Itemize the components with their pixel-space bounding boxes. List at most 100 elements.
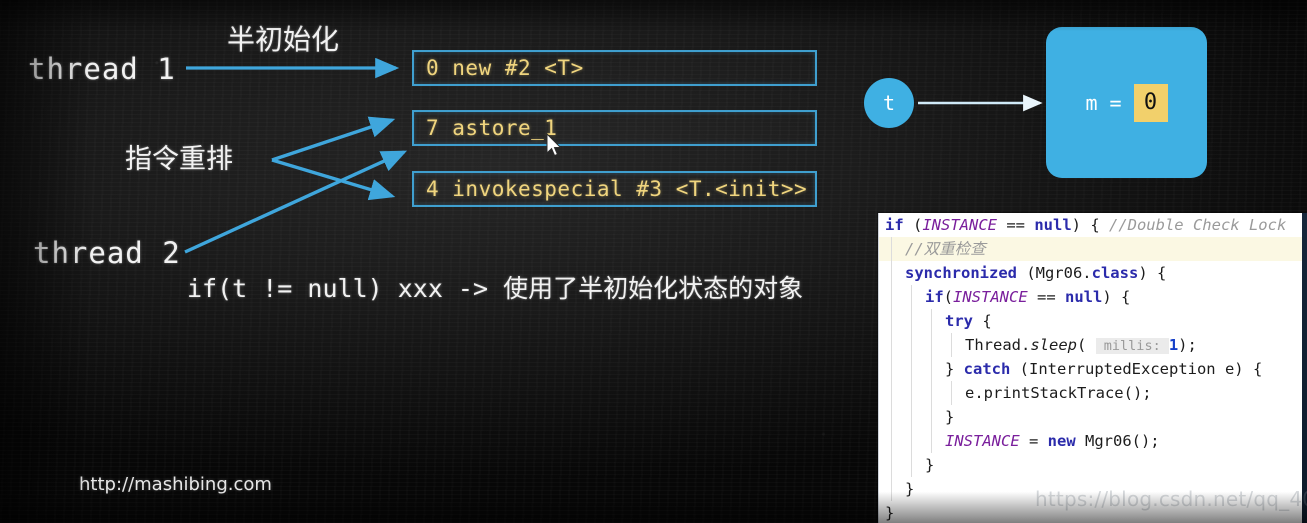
indent-guide (911, 405, 912, 429)
code-token: catch (963, 360, 1011, 378)
indent-guide (891, 309, 892, 333)
indent-guide (911, 285, 912, 309)
bytecode-box-astore: 7 astore_1 (412, 110, 817, 146)
code-token: { (973, 312, 992, 330)
object-field-value: 0 (1133, 83, 1168, 122)
code-line: try { (879, 309, 1307, 333)
object-box: m = 0 (1046, 27, 1207, 178)
indent-guide (951, 333, 952, 357)
indent-guide (891, 477, 892, 501)
code-token: (Mgr06. (1016, 264, 1092, 282)
code-token: } (885, 504, 895, 522)
code-editor-panel[interactable]: if (INSTANCE == null) { //Double Check L… (878, 213, 1307, 523)
code-line: } (879, 405, 1307, 429)
code-token: 1 (1168, 336, 1179, 354)
indent-guide (891, 285, 892, 309)
code-token: = (1019, 432, 1048, 450)
code-token: new (1047, 432, 1076, 450)
code-token: Thread. (965, 336, 1031, 354)
code-token: millis: (1095, 338, 1169, 354)
indent-guide (891, 237, 892, 261)
code-token: e.printStackTrace(); (965, 384, 1152, 402)
indent-guide (911, 333, 912, 357)
indent-guide (891, 453, 892, 477)
object-field-name: m (1085, 90, 1098, 115)
code-token: if (925, 288, 944, 306)
indent-guide (931, 405, 932, 429)
code-token: } (905, 480, 915, 498)
code-token: ( (903, 216, 923, 234)
code-lines-container: if (INSTANCE == null) { //Double Check L… (879, 213, 1307, 523)
watermark-text: https://blog.csdn.net/qq_40147596 (1035, 487, 1307, 511)
bytecode-line-text: 7 astore_1 (426, 116, 558, 140)
code-line: INSTANCE = new Mgr06(); (879, 429, 1307, 453)
bytecode-line-text: 0 new #2 <T> (426, 56, 584, 80)
code-token: ) { (1138, 264, 1167, 282)
code-token: } (945, 360, 964, 378)
code-token: ( (1077, 336, 1096, 354)
indent-guide (891, 357, 892, 381)
code-token: ) { (1102, 288, 1131, 306)
code-token: ( (943, 288, 954, 306)
indent-guide (911, 357, 912, 381)
code-line: if(INSTANCE == null) { (879, 285, 1307, 309)
panel-right-edge (1302, 213, 1307, 523)
indent-guide (931, 309, 932, 333)
indent-guide (911, 453, 912, 477)
code-token: } (925, 456, 935, 474)
code-line: e.printStackTrace(); (879, 381, 1307, 405)
code-token: //双重检查 (905, 240, 986, 258)
bytecode-box-invokespecial: 4 invokespecial #3 <T.<init>> (412, 171, 817, 207)
code-token: null (1065, 288, 1103, 306)
code-token: if (885, 216, 904, 234)
bytecode-line-text: 4 invokespecial #3 <T.<init>> (426, 177, 808, 201)
indent-guide (951, 381, 952, 405)
thread2-label: thread 2 (33, 236, 181, 270)
indent-guide (911, 381, 912, 405)
object-equals-sign: = (1109, 90, 1122, 115)
indent-guide (891, 429, 892, 453)
code-line: synchronized (Mgr06.class) { (879, 261, 1307, 285)
code-token: try (945, 312, 973, 330)
indent-guide (931, 357, 932, 381)
code-line: Thread.sleep( millis: 1); (879, 333, 1307, 357)
thread1-label: thread 1 (28, 52, 176, 86)
code-token: INSTANCE (953, 288, 1028, 306)
code-token: ); (1178, 336, 1197, 354)
reference-node-t: t (864, 78, 914, 128)
code-token: INSTANCE (922, 216, 997, 234)
site-url-label: http://mashibing.com (79, 474, 272, 495)
indent-guide (911, 309, 912, 333)
code-line: } (879, 453, 1307, 477)
indent-guide (891, 381, 892, 405)
bottom-note-code: if(t != null) xxx -> (187, 274, 504, 303)
bytecode-box-new: 0 new #2 <T> (412, 50, 817, 86)
code-token: } (945, 408, 955, 426)
indent-guide (891, 261, 892, 285)
indent-guide (931, 429, 932, 453)
indent-guide (891, 405, 892, 429)
code-token: Mgr06(); (1075, 432, 1160, 450)
code-token: class (1091, 264, 1139, 282)
code-line: //双重检查 (879, 237, 1307, 261)
code-token: synchronized (905, 264, 1017, 282)
code-token: (InterruptedException e) { (1010, 360, 1263, 378)
indent-guide (891, 333, 892, 357)
code-token: == (997, 216, 1035, 234)
code-token: INSTANCE (945, 432, 1020, 450)
indent-guide (931, 381, 932, 405)
code-token: == (1027, 288, 1065, 306)
bottom-note-chinese: 使用了半初始化状态的对象 (503, 274, 804, 303)
indent-guide (931, 333, 932, 357)
code-token: null (1034, 216, 1072, 234)
code-line: if (INSTANCE == null) { //Double Check L… (879, 213, 1307, 237)
bottom-note: if(t != null) xxx -> 使用了半初始化状态的对象 (187, 269, 803, 305)
